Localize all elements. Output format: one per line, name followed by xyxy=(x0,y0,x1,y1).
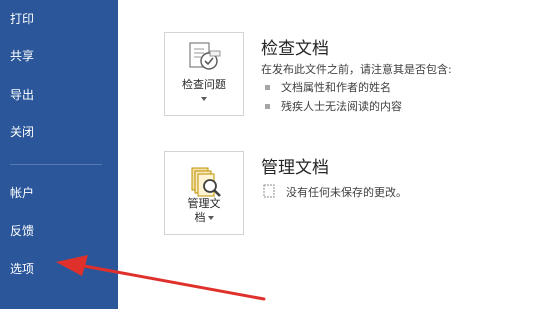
inspect-bullet-text: 文档属性和作者的姓名 xyxy=(281,81,391,94)
document-status-icon xyxy=(263,184,275,198)
manage-document-icon xyxy=(191,167,221,197)
nav-item-close[interactable]: 关闭 xyxy=(0,117,118,147)
inspect-bullet-item: 文档属性和作者的姓名 xyxy=(265,79,391,95)
chevron-down-icon xyxy=(208,216,214,220)
inspect-issues-label: 检查问题 xyxy=(182,78,226,91)
manage-document-label-line2: 档 xyxy=(194,211,206,224)
chevron-down-icon xyxy=(201,97,207,101)
inspect-document-title: 检查文档 xyxy=(261,39,329,59)
bullet-icon xyxy=(265,84,270,90)
inspect-bullet-item: 残疾人士无法阅读的内容 xyxy=(265,98,402,114)
nav-item-print[interactable]: 打印 xyxy=(0,4,118,34)
nav-item-share[interactable]: 共享 xyxy=(0,41,118,71)
inspect-bullet-text: 残疾人士无法阅读的内容 xyxy=(281,100,402,113)
manage-document-label-line1: 管理文 xyxy=(187,197,221,210)
nav-divider xyxy=(10,164,102,165)
nav-item-feedback[interactable]: 反馈 xyxy=(0,216,118,246)
manage-document-title: 管理文档 xyxy=(261,158,329,178)
manage-document-button[interactable]: 管理文 档 xyxy=(164,151,244,235)
nav-item-options[interactable]: 选项 xyxy=(0,254,118,284)
nav-item-export[interactable]: 导出 xyxy=(0,80,118,110)
backstage-sidebar: 打印 共享 导出 关闭 帐户 反馈 选项 xyxy=(0,0,118,309)
bullet-icon xyxy=(265,103,270,109)
inspect-document-icon xyxy=(189,42,221,70)
manage-document-status: 没有任何未保存的更改。 xyxy=(286,186,407,199)
nav-item-account[interactable]: 帐户 xyxy=(0,178,118,208)
backstage-content: 检查问题 检查文档 在发布此文件之前，请注意其是否包含: 文档属性和作者的姓名 … xyxy=(118,0,537,309)
inspect-issues-button[interactable]: 检查问题 xyxy=(164,32,244,116)
inspect-document-description: 在发布此文件之前，请注意其是否包含: xyxy=(261,63,452,76)
